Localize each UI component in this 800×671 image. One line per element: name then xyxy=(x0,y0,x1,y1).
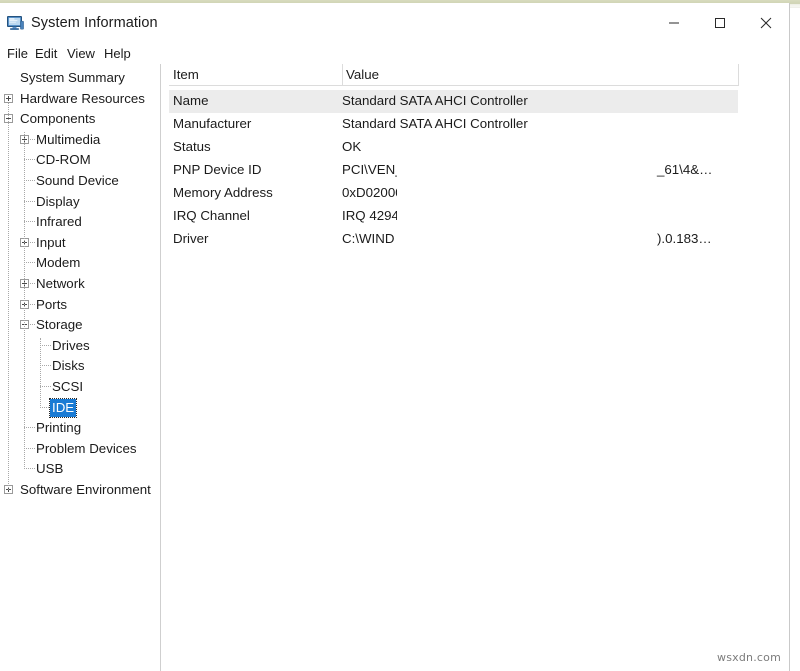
details-list-view[interactable]: Item Value Name Standard SATA AHCI Control… xyxy=(169,64,789,671)
list-row-value: OK xyxy=(342,139,361,154)
menu-item-view[interactable]: View xyxy=(63,45,99,62)
list-row-value: 0xD02000 xyxy=(342,185,403,200)
system-information-window: System Information FileEditViewHelp Syst… xyxy=(0,3,790,671)
tree-item-drives[interactable]: Drives xyxy=(52,337,90,355)
menu-item-help[interactable]: Help xyxy=(100,45,135,62)
close-button[interactable] xyxy=(743,3,789,43)
tree-item-input[interactable]: Input xyxy=(36,234,66,252)
menu-item-file[interactable]: File xyxy=(3,45,32,62)
tree-item-infrared[interactable]: Infrared xyxy=(36,213,82,231)
list-row-value: Standard SATA AHCI Controller xyxy=(342,93,528,108)
list-row[interactable]: Status OK xyxy=(169,136,738,159)
tree-item-network[interactable]: Network xyxy=(36,275,85,293)
minimize-icon xyxy=(668,17,680,29)
list-column-header: Item Value xyxy=(169,64,738,86)
list-row-item: Driver xyxy=(173,231,208,246)
list-row-item: PNP Device ID xyxy=(173,162,261,177)
tree-trunk-line xyxy=(8,103,10,490)
window-content: System Summary Hardware Resources Componen… xyxy=(0,64,789,671)
tree-item-multimedia[interactable]: Multimedia xyxy=(36,131,100,149)
tree-item-scsi[interactable]: SCSI xyxy=(52,378,83,396)
expand-icon[interactable] xyxy=(4,94,13,103)
list-row-item: Name xyxy=(173,93,208,108)
menu-bar: FileEditViewHelp xyxy=(0,43,789,64)
list-row-value: Standard SATA AHCI Controller xyxy=(342,116,528,131)
list-row-item: Memory Address xyxy=(173,185,273,200)
tree-item-usb[interactable]: USB xyxy=(36,460,63,478)
tree-item-display[interactable]: Display xyxy=(36,193,80,211)
list-row-item: Manufacturer xyxy=(173,116,251,131)
tree-item-printing[interactable]: Printing xyxy=(36,419,81,437)
redacted-value-overlay xyxy=(397,159,655,182)
list-row-item: IRQ Channel xyxy=(173,208,250,223)
list-row[interactable]: Manufacturer Standard SATA AHCI Controlle… xyxy=(169,113,738,136)
minimize-button[interactable] xyxy=(651,3,697,43)
tree-item-software-environment[interactable]: Software Environment xyxy=(20,481,151,499)
menu-item-edit[interactable]: Edit xyxy=(31,45,61,62)
redacted-value-overlay xyxy=(397,182,738,205)
site-watermark: wsxdn.com xyxy=(717,651,781,664)
tree-item-problem-devices[interactable]: Problem Devices xyxy=(36,440,137,458)
computer-monitor-icon xyxy=(7,16,24,31)
list-row-item: Status xyxy=(173,139,211,154)
list-row-value-tail: ).0.183… xyxy=(657,231,712,246)
column-header-item[interactable]: Item xyxy=(173,67,199,82)
tree-item-sound-device[interactable]: Sound Device xyxy=(36,172,119,190)
list-row-value: IRQ 4294 xyxy=(342,208,399,223)
list-row[interactable]: Name Standard SATA AHCI Controller xyxy=(169,90,738,113)
close-icon xyxy=(760,17,773,30)
tree-item-ide[interactable]: IDE xyxy=(50,399,76,417)
tree-item-storage[interactable]: Storage xyxy=(36,316,83,334)
title-bar: System Information xyxy=(0,3,789,43)
maximize-button[interactable] xyxy=(697,3,743,43)
tree-trunk-line xyxy=(24,132,26,470)
tree-trunk-line xyxy=(40,338,42,408)
list-row-value: PCI\VEN_ xyxy=(342,162,403,177)
redacted-value-overlay xyxy=(395,228,655,251)
window-title: System Information xyxy=(31,15,158,31)
list-row-value: C:\WIND xyxy=(342,231,394,246)
tree-item-ports[interactable]: Ports xyxy=(36,296,67,314)
column-divider[interactable] xyxy=(738,64,739,86)
column-divider[interactable] xyxy=(342,64,343,86)
navigation-tree[interactable]: System Summary Hardware Resources Componen… xyxy=(0,64,160,671)
column-header-value[interactable]: Value xyxy=(346,67,379,82)
tree-item-system-summary[interactable]: System Summary xyxy=(20,69,125,87)
tree-item-hardware-resources[interactable]: Hardware Resources xyxy=(20,90,145,108)
tree-item-cd-rom[interactable]: CD-ROM xyxy=(36,151,91,169)
redacted-value-overlay xyxy=(397,205,738,228)
tree-item-disks[interactable]: Disks xyxy=(52,357,85,375)
tree-item-modem[interactable]: Modem xyxy=(36,254,80,272)
tree-item-components[interactable]: Components xyxy=(20,110,95,128)
list-row-value-tail: _61\4&… xyxy=(657,162,712,177)
maximize-icon xyxy=(714,17,726,29)
